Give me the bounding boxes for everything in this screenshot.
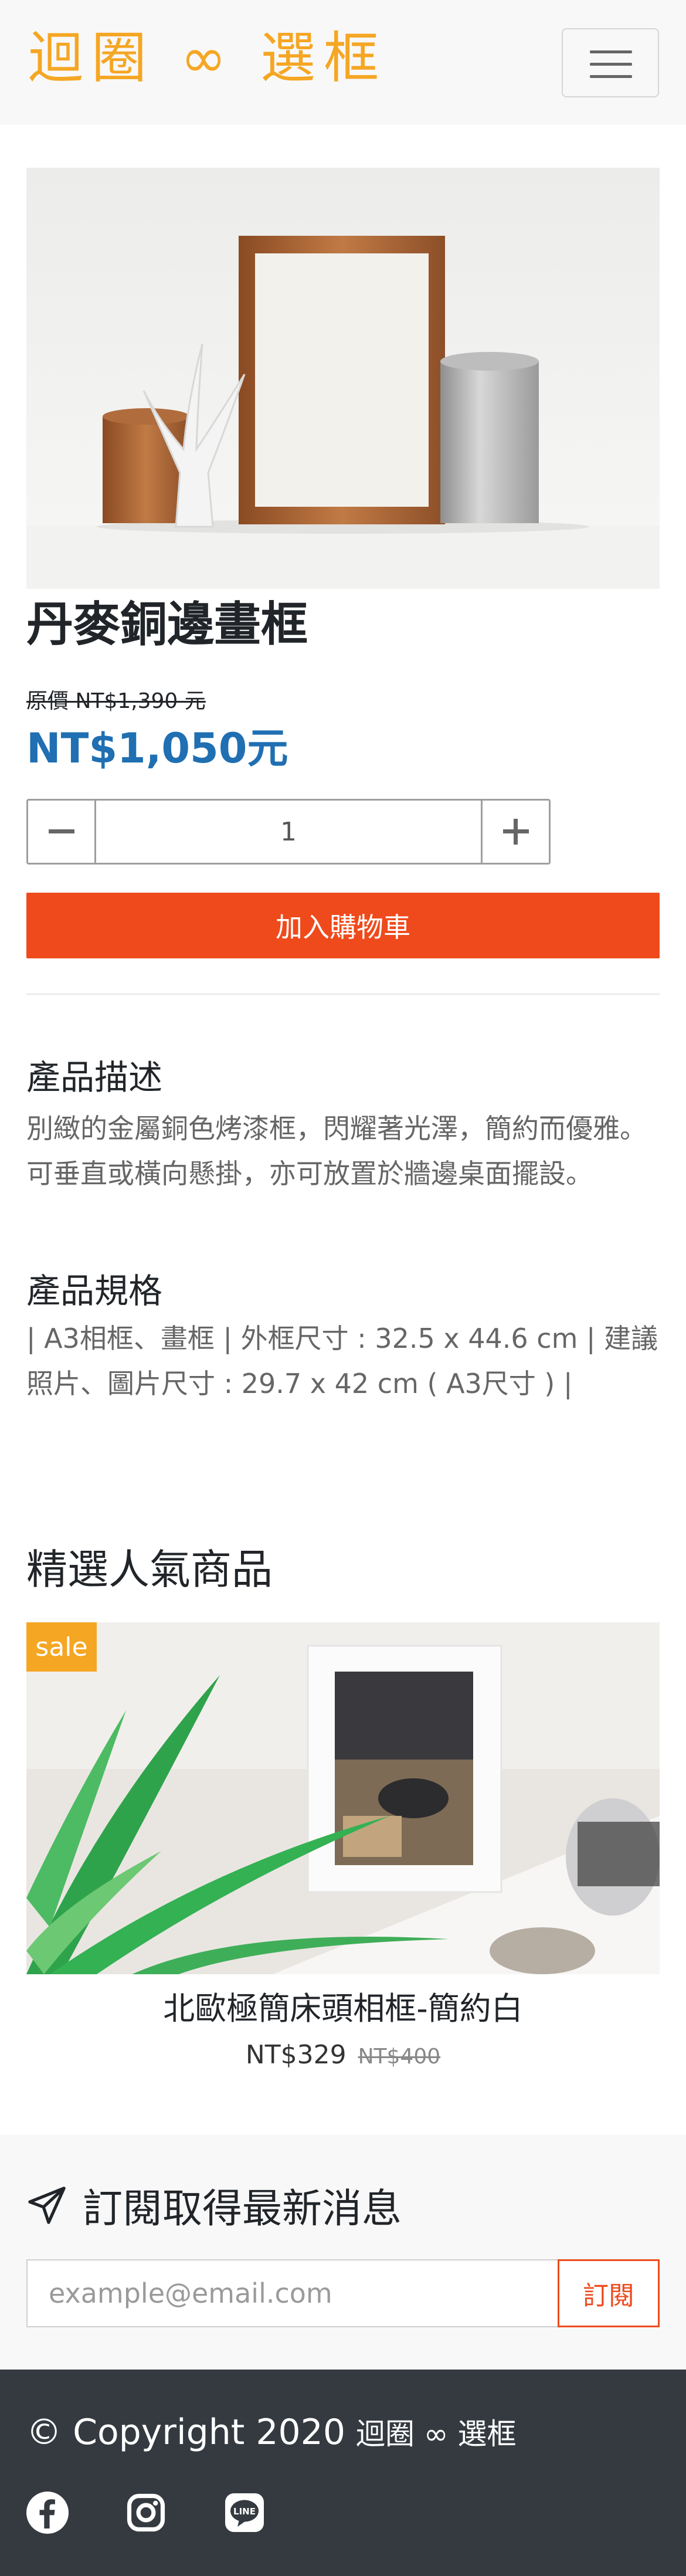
footer-brand: 迴圈 ∞ 選框: [356, 2417, 517, 2451]
copyright: © Copyright 2020 迴圈 ∞ 選框: [26, 2411, 516, 2453]
svg-text:LINE: LINE: [233, 2506, 256, 2517]
facebook-icon[interactable]: [26, 2492, 69, 2534]
product-image: [26, 168, 660, 589]
original-price: 原價 NT$1,390 元: [26, 689, 206, 713]
product-card-price: NT$329 NT$400: [26, 2040, 660, 2070]
line-icon[interactable]: LINE: [223, 2492, 266, 2534]
paper-plane-icon: [28, 2186, 66, 2224]
quantity-stepper: 1: [26, 799, 551, 865]
product-title: 丹麥銅邊畫框: [26, 597, 308, 652]
popular-products-title: 精選人氣商品: [26, 1545, 273, 1594]
brand-logo[interactable]: 迴圈 ∞ 選框: [28, 23, 387, 94]
increase-quantity-button[interactable]: [481, 801, 549, 863]
description-title: 產品描述: [26, 1057, 163, 1097]
product-card-sale-price: NT$329: [245, 2040, 347, 2070]
hamburger-icon: [590, 50, 632, 53]
plus-icon: [502, 819, 529, 845]
decrease-quantity-button[interactable]: [28, 801, 96, 863]
subscribe-section: [0, 2135, 686, 2370]
social-links: LINE: [26, 2492, 266, 2534]
product-card-name[interactable]: 北歐極簡床頭相框-簡約白: [26, 1982, 660, 2029]
footer: [0, 2370, 686, 2576]
specs-title: 產品規格: [26, 1271, 163, 1311]
sale-badge: sale: [26, 1622, 97, 1672]
subscribe-title: 訂閱取得最新消息: [83, 2186, 402, 2232]
add-to-cart-button[interactable]: 加入購物車: [26, 893, 660, 958]
specs-body: | A3相框、畫框 | 外框尺寸 : 32.5 x 44.6 cm | 建議照片…: [26, 1323, 658, 1399]
instagram-icon[interactable]: [125, 2492, 167, 2534]
quantity-input[interactable]: 1: [96, 801, 481, 863]
product-card-image[interactable]: [26, 1622, 660, 1974]
email-input[interactable]: [26, 2259, 558, 2327]
minus-icon: [48, 829, 74, 833]
description-body: 別緻的金屬銅色烤漆框，閃耀著光澤，簡約而優雅。 可垂直或橫向懸掛，亦可放置於牆邊…: [26, 1113, 647, 1189]
subscribe-button[interactable]: 訂閱: [558, 2259, 660, 2327]
product-card-original-price: NT$400: [358, 2045, 441, 2069]
sale-price: NT$1,050元: [26, 724, 288, 772]
divider: [26, 994, 660, 995]
copyright-text: © Copyright 2020: [26, 2412, 346, 2453]
menu-toggle-button[interactable]: [562, 28, 659, 97]
subscribe-form: 訂閱: [26, 2259, 660, 2327]
subscribe-heading: 訂閱取得最新消息: [26, 2176, 402, 2234]
navbar: 迴圈 ∞ 選框: [0, 0, 686, 125]
